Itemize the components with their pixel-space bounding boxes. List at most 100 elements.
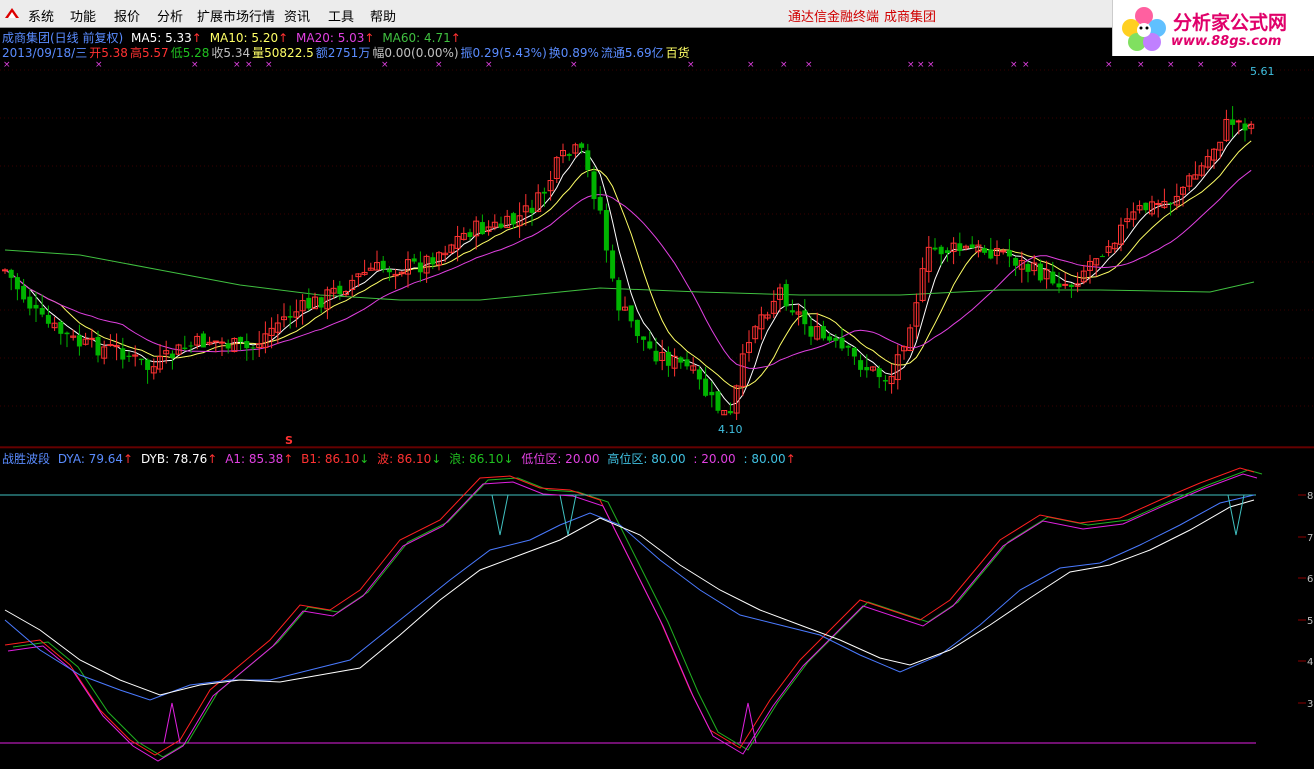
candle-body-up bbox=[274, 322, 281, 333]
menu-quote[interactable]: 报价 bbox=[114, 6, 140, 25]
candle-body-up bbox=[1062, 283, 1069, 286]
candle-body-down bbox=[27, 296, 33, 309]
candle-body-down bbox=[858, 360, 864, 370]
candle-body-up bbox=[814, 326, 821, 340]
candle-body-up bbox=[1018, 259, 1025, 270]
candle-body-down bbox=[169, 353, 175, 358]
candle-body-up bbox=[671, 355, 678, 369]
candle-body-down bbox=[21, 285, 27, 300]
candle-body-up bbox=[460, 232, 467, 240]
candle-body-down bbox=[14, 277, 20, 290]
candle-body-up bbox=[1087, 260, 1093, 271]
candle-body-up bbox=[1043, 269, 1050, 280]
candle-body-down bbox=[138, 358, 144, 361]
menu-help[interactable]: 帮助 bbox=[370, 6, 396, 25]
dya-label: DYA: 79.64 bbox=[57, 452, 124, 466]
candle-body-up bbox=[894, 354, 901, 381]
candle-body-up bbox=[51, 322, 58, 329]
candle-body-up bbox=[919, 268, 926, 301]
candle-body-down bbox=[665, 351, 671, 366]
candle-body-down bbox=[529, 207, 535, 213]
candle-body-down bbox=[715, 391, 721, 411]
candle-body-up bbox=[349, 279, 356, 290]
candle-body-up bbox=[733, 385, 740, 414]
candle-body-down bbox=[337, 285, 343, 295]
candle-body-up bbox=[405, 259, 411, 275]
event-marker: × bbox=[1010, 60, 1018, 70]
candle-body-down bbox=[938, 246, 944, 255]
high-price-label: 5.61 bbox=[1250, 65, 1275, 78]
candle-body-up bbox=[281, 316, 287, 321]
candle-body-down bbox=[1242, 123, 1248, 131]
candle-body-down bbox=[188, 345, 194, 347]
low-price-label: 4.10 bbox=[718, 423, 743, 436]
candle-body-down bbox=[820, 326, 826, 339]
candle-body-down bbox=[957, 243, 963, 251]
event-marker: × bbox=[805, 60, 813, 70]
event-marker: × bbox=[245, 60, 253, 70]
candle-body-down bbox=[1025, 263, 1031, 272]
candle-body-up bbox=[950, 242, 957, 253]
float-label: 流通5.69亿 bbox=[600, 46, 664, 60]
candle-body-down bbox=[287, 316, 293, 318]
candle-body-up bbox=[1155, 202, 1162, 205]
candle-body-down bbox=[616, 280, 622, 311]
axis-tick-label: 6 bbox=[1307, 574, 1313, 585]
event-marker: × bbox=[233, 60, 241, 70]
high-label: 高5.57 bbox=[129, 46, 169, 60]
candle-body-up bbox=[107, 344, 114, 347]
event-marker: × bbox=[265, 60, 273, 70]
candle-body-up bbox=[163, 350, 170, 355]
candle-body-up bbox=[212, 340, 219, 343]
candle-body-up bbox=[758, 314, 765, 330]
candle-body-up bbox=[1161, 200, 1168, 208]
zone-20-label: : 20.00 bbox=[693, 452, 736, 466]
candle-body-up bbox=[1130, 211, 1137, 220]
candle-body-down bbox=[33, 304, 39, 309]
candle-body-up bbox=[343, 290, 349, 296]
menu-analysis[interactable]: 分析 bbox=[157, 6, 183, 25]
candle-body-up bbox=[1180, 186, 1186, 195]
brand-banner[interactable]: 分析家公式网 www.88gs.com bbox=[1112, 0, 1314, 56]
menu-system[interactable]: 系统 bbox=[28, 6, 54, 25]
candle-body-up bbox=[2, 269, 8, 272]
candle-body-up bbox=[690, 365, 697, 371]
candle-body-down bbox=[120, 348, 126, 360]
candle-body-up bbox=[1173, 195, 1180, 206]
menu-tools[interactable]: 工具 bbox=[328, 6, 354, 25]
candle-body-up bbox=[1248, 123, 1255, 129]
candle-body-up bbox=[1031, 262, 1038, 272]
ma20-line bbox=[4, 169, 1252, 370]
candle-body-up bbox=[994, 248, 1000, 256]
candle-body-down bbox=[591, 171, 597, 200]
menu-extended-market[interactable]: 扩展市场行情 bbox=[197, 6, 275, 25]
candle-body-up bbox=[423, 255, 430, 274]
candle-body-down bbox=[802, 310, 808, 325]
brand-name: 分析家公式网 bbox=[1173, 12, 1288, 34]
menu-function[interactable]: 功能 bbox=[70, 6, 96, 25]
ma60-line bbox=[4, 249, 1255, 301]
stock-title: 成商集团 bbox=[884, 10, 937, 25]
low-cross-spike bbox=[163, 702, 181, 744]
candle-body-down bbox=[808, 326, 814, 337]
axis-tick-label: 7 bbox=[1307, 533, 1313, 544]
candle-body-down bbox=[845, 345, 851, 348]
axis-tick-label: 4 bbox=[1307, 657, 1313, 668]
candle-body-up bbox=[454, 235, 461, 249]
candle-body-down bbox=[641, 336, 647, 340]
right-axis: 8 7 6 5 4 3 bbox=[1298, 491, 1313, 710]
menu-info[interactable]: 资讯 bbox=[284, 6, 310, 25]
candle-body-up bbox=[764, 314, 771, 319]
candle-body-down bbox=[585, 150, 591, 171]
candle-body-down bbox=[851, 347, 857, 357]
candle-body-up bbox=[516, 215, 523, 227]
candle-body-down bbox=[479, 222, 485, 235]
candle-body-down bbox=[944, 250, 950, 254]
high-cross-spike bbox=[559, 494, 577, 536]
event-marker: × bbox=[907, 60, 915, 70]
candle-body-down bbox=[647, 341, 653, 349]
candle-body-down bbox=[510, 213, 516, 225]
candle-body-up bbox=[367, 267, 374, 271]
open-label: 开5.38 bbox=[89, 46, 128, 60]
moving-average-lines bbox=[4, 123, 1255, 406]
